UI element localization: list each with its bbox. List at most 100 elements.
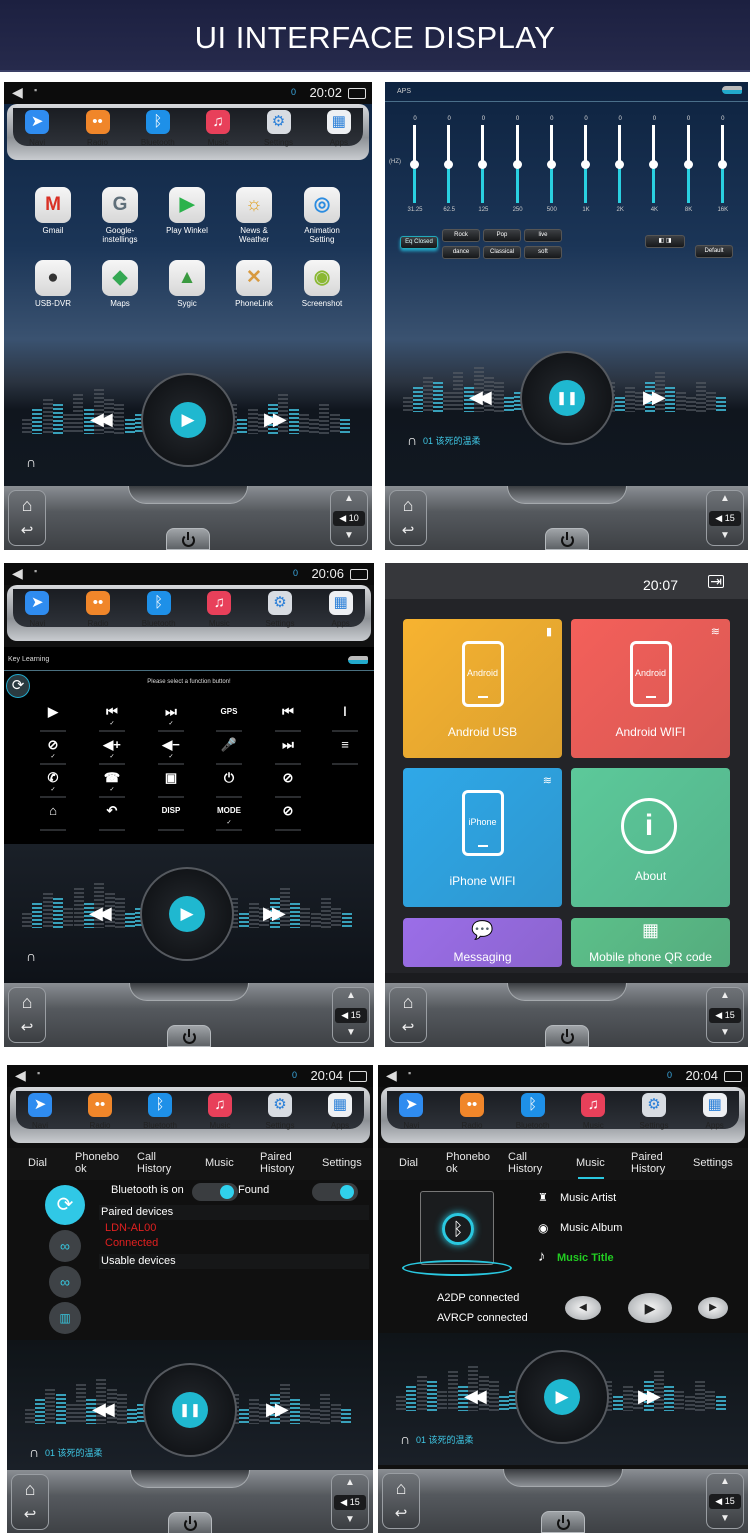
volume-down-arrow-icon[interactable]: ▼ [707,1513,743,1524]
dock-item-radio[interactable]: •• Radio [78,591,118,628]
dock-item-music[interactable]: ♫ Music [198,110,238,147]
preset-dance[interactable]: dance [442,246,480,259]
back-icon[interactable]: ↩ [390,521,426,539]
tab-pairedhistory[interactable]: Paired History [631,1151,665,1175]
back-icon[interactable]: ↩ [383,1504,419,1522]
volume-up-arrow-icon[interactable]: ▲ [333,990,369,1001]
previous-track-button[interactable]: ◀◀ [92,1399,115,1420]
play-button[interactable]: ▶ [170,402,206,438]
back-icon[interactable]: ↩ [390,1018,426,1036]
dock-item-apps[interactable]: ▦ Apps [320,1093,360,1130]
next-track-button[interactable]: ▶▶ [264,409,287,430]
previous-track-button[interactable]: ◀◀ [90,409,113,430]
back-icon[interactable]: ↩ [9,1018,45,1036]
play-button[interactable]: ▶ [544,1379,580,1415]
dock-item-music[interactable]: ♫ Music [200,1093,240,1130]
bt-next-button[interactable]: ▶ [698,1297,728,1319]
volume-down-arrow-icon[interactable]: ▼ [333,1027,369,1038]
power-button[interactable] [544,1025,589,1047]
dock-item-settings[interactable]: ⚙ Settings [260,591,300,628]
key-volume-down[interactable]: ◀− ✓ [151,737,191,765]
key-power[interactable]: ⏻ [209,770,249,798]
device-name[interactable]: LDN-AL00 [105,1222,156,1234]
app-gmail[interactable]: M Gmail [21,187,85,235]
tab-pairedhistory[interactable]: Paired History [260,1151,294,1175]
dock-item-radio[interactable]: •• Radio [78,110,118,147]
recent-apps-icon[interactable] [724,1071,742,1082]
disconnect-button[interactable]: ∞ [49,1266,81,1298]
pause-button[interactable]: ❚❚ [172,1392,208,1428]
tab-phonebook[interactable]: Phonebo ok [75,1151,119,1175]
tab-music[interactable]: Music [576,1157,605,1169]
dock-item-radio[interactable]: •• Radio [452,1093,492,1130]
dock-item-apps[interactable]: ▦ Apps [695,1093,735,1130]
key-mute-hangup[interactable]: ⊘ [268,770,308,798]
app-sygic[interactable]: ▲ Sygic [155,260,219,308]
app-phonelink[interactable]: ✕ PhoneLink [222,260,286,308]
dock-item-navi[interactable]: ➤ Navi [391,1093,431,1130]
dock-item-apps[interactable]: ▦ Apps [319,110,359,147]
previous-track-button[interactable]: ◀◀ [469,387,492,408]
dock-item-navi[interactable]: ➤ Navi [17,110,57,147]
preset-soft[interactable]: soft [524,246,562,259]
key-volume-up[interactable]: ◀+ ✓ [92,737,132,765]
key-mute-call[interactable]: ⊘ [268,803,308,831]
tile-mobile-phone-qr-code[interactable]: ▦ Mobile phone QR code [571,918,730,967]
pause-button[interactable]: ❚❚ [549,380,585,416]
pull-down-tab[interactable] [503,1469,623,1487]
bluetooth-toggle[interactable] [192,1183,238,1201]
exit-icon[interactable]: ⇥ [708,574,724,588]
eq-slider-125[interactable]: 0 125 [469,116,497,216]
dock-item-music[interactable]: ♫ Music [573,1093,613,1130]
key-next-track[interactable]: ⏭ ✓ [151,704,191,732]
recent-apps-icon[interactable] [349,1071,367,1082]
key-gps[interactable]: GPS [209,704,249,732]
power-button[interactable] [167,1025,211,1047]
key-previous-track[interactable]: ⏮ ✓ [92,704,132,732]
dock-item-apps[interactable]: ▦ Apps [321,591,361,628]
tile-iphone-wifi[interactable]: iPhone ≋ iPhone WIFI [403,768,562,907]
eq-slider-500[interactable]: 0 500 [538,116,566,216]
refresh-button[interactable]: ⟳ [45,1185,85,1225]
app-play-store[interactable]: ▶ Play Winkel [155,187,219,235]
app-maps[interactable]: ◆ Maps [88,260,152,308]
dock-item-radio[interactable]: •• Radio [80,1093,120,1130]
key-home[interactable]: ⌂ [33,803,73,831]
tab-music[interactable]: Music [205,1157,234,1169]
previous-track-button[interactable]: ◀◀ [89,903,112,924]
back-tab-button[interactable] [722,86,742,94]
next-track-button[interactable]: ▶▶ [263,903,286,924]
key-call[interactable]: ✆ ✓ [33,770,73,798]
key-disp[interactable]: DISP [151,803,191,831]
pull-down-tab[interactable] [129,983,249,1001]
preset-live[interactable]: live [524,229,562,242]
eq-slider-1K[interactable]: 0 1K [572,116,600,216]
dock-item-navi[interactable]: ➤ Navi [17,591,57,628]
previous-track-button[interactable]: ◀◀ [464,1386,487,1407]
refresh-button[interactable]: ⟳ [6,674,30,698]
key-mode[interactable]: MODE ✓ [209,803,249,831]
next-track-button[interactable]: ▶▶ [643,387,666,408]
volume-up-arrow-icon[interactable]: ▲ [707,1476,743,1487]
eq-slider-4K[interactable]: 0 4K [640,116,668,216]
play-button[interactable]: ▶ [169,896,205,932]
eq-slider-250[interactable]: 0 250 [504,116,532,216]
dock-item-bluetooth[interactable]: ᛒ Bluetooth [139,591,179,628]
key-mute[interactable]: ⊘ ✓ [33,737,73,765]
recent-apps-icon[interactable] [348,88,366,99]
volume-up-arrow-icon[interactable]: ▲ [707,990,743,1001]
eq-slider-16K[interactable]: 0 16K [709,116,737,216]
app-animation-setting[interactable]: ◎ Animation Setting [290,187,354,244]
dock-item-navi[interactable]: ➤ Navi [20,1093,60,1130]
volume-down-arrow-icon[interactable]: ▼ [332,1514,368,1525]
home-icon[interactable]: ⌂ [12,1479,48,1500]
found-toggle[interactable] [312,1183,358,1201]
app-screenshot[interactable]: ◉ Screenshot [290,260,354,308]
volume-down-arrow-icon[interactable]: ▼ [707,1027,743,1038]
dock-item-bluetooth[interactable]: ᛒ Bluetooth [513,1093,553,1130]
eq-slider-8K[interactable]: 0 8K [675,116,703,216]
speaker-balance-button[interactable]: ◧ ◨ [645,235,685,248]
tab-dial[interactable]: Dial [399,1157,418,1169]
dock-item-music[interactable]: ♫ Music [199,591,239,628]
tab-phonebook[interactable]: Phonebo ok [446,1151,490,1175]
